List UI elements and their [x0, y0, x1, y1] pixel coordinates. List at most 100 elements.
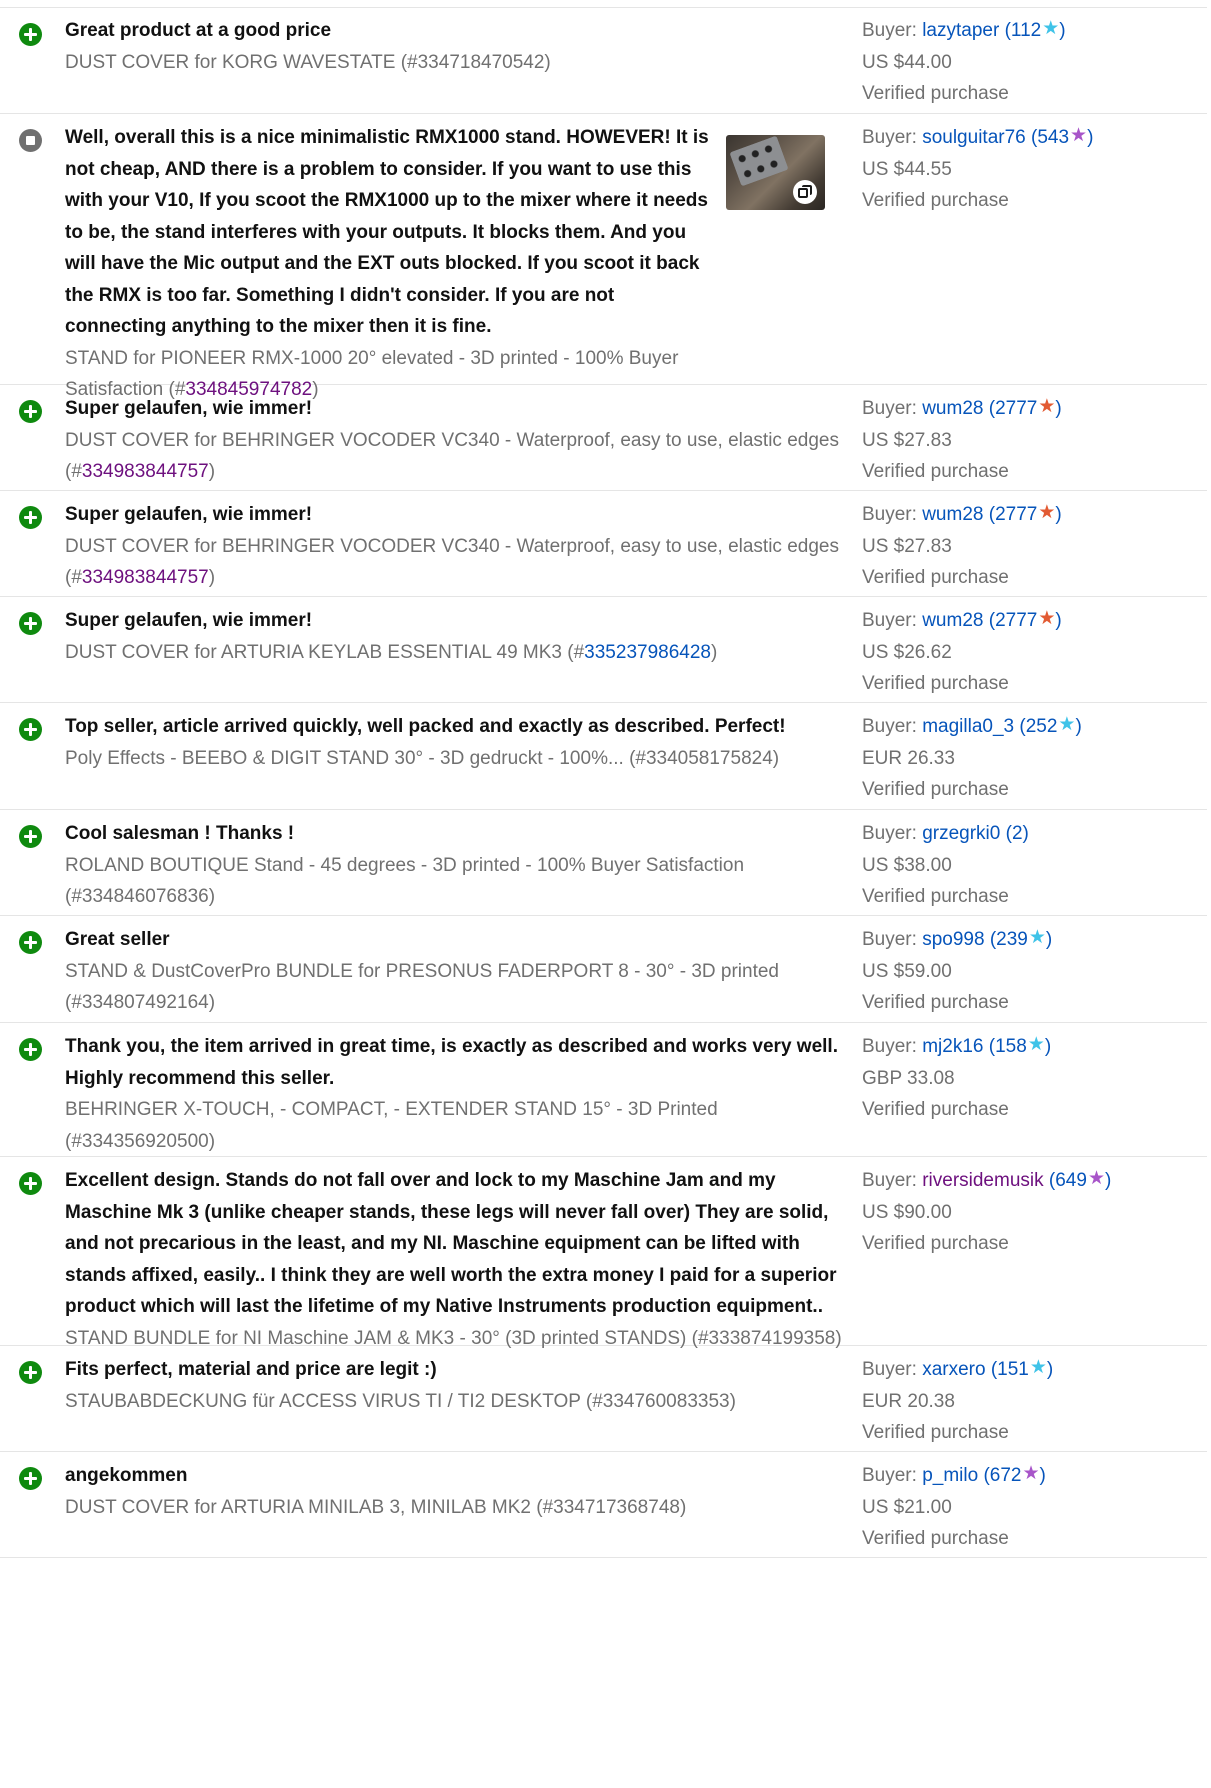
feedback-row: Great product at a good price DUST COVER…: [0, 8, 1207, 114]
feedback-comment: Great seller: [65, 929, 170, 950]
feedback-comment: Super gelaufen, wie immer!: [65, 504, 313, 525]
buyer-info: Buyer: grzegrki0 (2) US $38.00 Verified …: [862, 818, 1202, 913]
feedback-comment: Well, overall this is a nice minimalisti…: [65, 127, 709, 337]
buyer-link[interactable]: wum28: [922, 398, 983, 419]
verified-purchase: Verified purchase: [862, 992, 1009, 1013]
neutral-rating-icon: [19, 129, 42, 152]
feedback-content: Great seller STAND & DustCoverPro BUNDLE…: [65, 924, 855, 1019]
star-icon: ★: [1029, 1357, 1047, 1378]
verified-purchase: Verified purchase: [862, 673, 1009, 694]
buyer-link[interactable]: magilla0_3: [922, 716, 1014, 737]
feedback-score: 112: [1010, 20, 1042, 41]
buyer-link[interactable]: wum28: [922, 504, 983, 525]
buyer-label: Buyer:: [862, 20, 917, 41]
feedback-row: angekommen DUST COVER for ARTURIA MINILA…: [0, 1452, 1207, 1558]
positive-rating-icon: [19, 1038, 42, 1061]
item-title: Poly Effects - BEEBO & DIGIT STAND 30° -…: [65, 747, 780, 769]
buyer-link[interactable]: xarxero: [922, 1359, 985, 1380]
buyer-info: Buyer: spo998 (239★) US $59.00 Verified …: [862, 924, 1202, 1019]
price: US $59.00: [862, 960, 952, 982]
verified-purchase: Verified purchase: [862, 1099, 1009, 1120]
price: US $38.00: [862, 854, 952, 876]
feedback-score: 252: [1025, 716, 1058, 737]
verified-purchase: Verified purchase: [862, 886, 1009, 907]
feedback-row: Super gelaufen, wie immer! DUST COVER fo…: [0, 491, 1207, 597]
positive-rating-icon: [19, 825, 42, 848]
item-link[interactable]: 335237986428: [584, 642, 711, 663]
positive-rating-icon: [19, 400, 42, 423]
buyer-label: Buyer:: [862, 1465, 917, 1486]
verified-purchase: Verified purchase: [862, 1528, 1009, 1549]
price: US $27.83: [862, 535, 952, 557]
buyer-info: Buyer: riversidemusik (649★) US $90.00 V…: [862, 1165, 1202, 1260]
positive-rating-icon: [19, 1172, 42, 1195]
buyer-info: Buyer: magilla0_3 (252★) EUR 26.33 Verif…: [862, 711, 1202, 806]
buyer-link[interactable]: lazytaper: [922, 20, 999, 41]
buyer-label: Buyer:: [862, 398, 917, 419]
feedback-row: Excellent design. Stands do not fall ove…: [0, 1157, 1207, 1349]
buyer-link[interactable]: soulguitar76: [922, 127, 1026, 148]
star-icon: ★: [1038, 502, 1056, 523]
verified-purchase: Verified purchase: [862, 567, 1009, 588]
feedback-content: angekommen DUST COVER for ARTURIA MINILA…: [65, 1460, 855, 1523]
feedback-comment: Super gelaufen, wie immer!: [65, 398, 313, 419]
item-title: DUST COVER for KORG WAVESTATE (#33471847…: [65, 51, 551, 73]
item-title: DUST COVER for ARTURIA MINILAB 3, MINILA…: [65, 1496, 687, 1518]
buyer-info: Buyer: wum28 (2777★) US $27.83 Verified …: [862, 393, 1202, 488]
buyer-label: Buyer:: [862, 610, 917, 631]
feedback-score: 158: [995, 1036, 1027, 1057]
price: EUR 26.33: [862, 747, 955, 769]
buyer-info: Buyer: wum28 (2777★) US $27.83 Verified …: [862, 499, 1202, 594]
item-link[interactable]: 334983844757: [82, 567, 209, 588]
item-title: ROLAND BOUTIQUE Stand - 45 degrees - 3D …: [65, 854, 745, 908]
buyer-link[interactable]: riversidemusik: [922, 1170, 1043, 1191]
price: GBP 33.08: [862, 1067, 955, 1089]
star-icon: ★: [1087, 1168, 1105, 1189]
feedback-score: 2777: [995, 398, 1038, 419]
feedback-row: Super gelaufen, wie immer! DUST COVER fo…: [0, 597, 1207, 703]
buyer-link[interactable]: p_milo: [922, 1465, 978, 1486]
positive-rating-icon: [19, 612, 42, 635]
feedback-score: 672: [989, 1465, 1022, 1486]
positive-rating-icon: [19, 1361, 42, 1384]
positive-rating-icon: [19, 931, 42, 954]
buyer-label: Buyer:: [862, 1170, 917, 1191]
item-title: DUST COVER for BEHRINGER VOCODER VC340 -…: [65, 535, 839, 589]
price: US $27.83: [862, 429, 952, 451]
item-link[interactable]: 334983844757: [82, 461, 209, 482]
positive-rating-icon: [19, 23, 42, 46]
buyer-link[interactable]: mj2k16: [922, 1036, 983, 1057]
buyer-link[interactable]: spo998: [922, 929, 984, 950]
star-icon: ★: [1027, 1034, 1045, 1055]
item-title: BEHRINGER X-TOUCH, - COMPACT, - EXTENDER…: [65, 1099, 718, 1152]
star-icon: ★: [1058, 714, 1076, 735]
verified-purchase: Verified purchase: [862, 1422, 1009, 1443]
verified-purchase: Verified purchase: [862, 461, 1009, 482]
feedback-score: 2777: [995, 504, 1038, 525]
verified-purchase: Verified purchase: [862, 190, 1009, 211]
feedback-photo-thumbnail[interactable]: [726, 135, 825, 210]
feedback-score: 649: [1055, 1170, 1087, 1191]
positive-rating-icon: [19, 718, 42, 741]
item-title: STAND & DustCoverPro BUNDLE for PRESONUS…: [65, 960, 779, 1014]
feedback-content: Super gelaufen, wie immer! DUST COVER fo…: [65, 393, 855, 488]
item-title: STAUBABDECKUNG für ACCESS VIRUS TI / TI2…: [65, 1390, 736, 1412]
positive-rating-icon: [19, 506, 42, 529]
feedback-content: Fits perfect, material and price are leg…: [65, 1354, 855, 1417]
verified-purchase: Verified purchase: [862, 83, 1009, 104]
feedback-content: Cool salesman ! Thanks ! ROLAND BOUTIQUE…: [65, 818, 855, 913]
feedback-row: Super gelaufen, wie immer! DUST COVER fo…: [0, 385, 1207, 491]
buyer-info: Buyer: p_milo (672★) US $21.00 Verified …: [862, 1460, 1202, 1555]
verified-purchase: Verified purchase: [862, 779, 1009, 800]
buyer-label: Buyer:: [862, 823, 917, 844]
star-icon: ★: [1028, 927, 1046, 948]
price: EUR 20.38: [862, 1390, 955, 1412]
feedback-row: Thank you, the item arrived in great tim…: [0, 1023, 1207, 1157]
feedback-comment: Great product at a good price: [65, 20, 332, 41]
buyer-link[interactable]: grzegrki0: [922, 823, 1000, 844]
buyer-info: Buyer: mj2k16 (158★) GBP 33.08 Verified …: [862, 1031, 1202, 1126]
feedback-score: 2777: [995, 610, 1038, 631]
price: US $21.00: [862, 1496, 952, 1518]
feedback-comment: angekommen: [65, 1465, 188, 1486]
buyer-link[interactable]: wum28: [922, 610, 983, 631]
